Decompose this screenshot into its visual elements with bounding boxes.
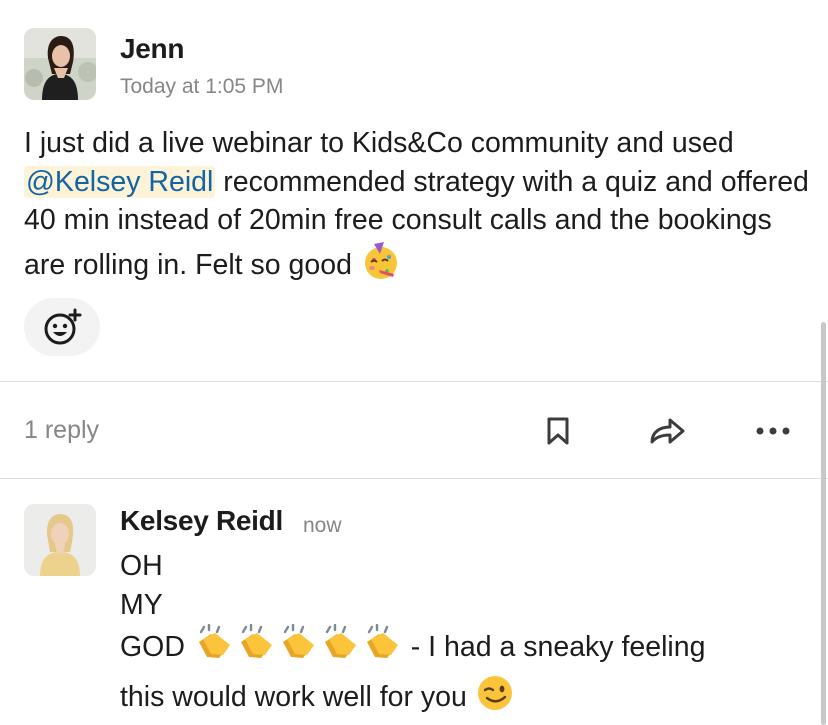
avatar-jenn[interactable] [24, 28, 96, 100]
reply-timestamp[interactable]: now [303, 514, 342, 538]
message-author[interactable]: Jenn [120, 33, 184, 65]
message-timestamp[interactable]: Today at 1:05 PM [120, 75, 283, 99]
more-icon[interactable] [752, 418, 794, 444]
clap-emoji [235, 623, 277, 673]
clap-emoji [319, 623, 361, 673]
reply-line-3-start: GOD [120, 630, 185, 663]
reply-line-2: MY [120, 588, 163, 621]
clap-emoji [193, 623, 235, 673]
message-text-part1: I just did a live webinar to Kids&Co com… [24, 127, 734, 159]
clap-emoji [277, 623, 319, 673]
reply-line-4-text: this would work well for you [120, 680, 467, 713]
reply-text: OH MY GOD - I had a sneaky feeling this … [120, 547, 810, 723]
wink-emoji [475, 673, 515, 724]
avatar-kelsey[interactable] [24, 504, 96, 576]
reply-author[interactable]: Kelsey Reidl [120, 505, 283, 537]
partying-face-emoji [360, 240, 402, 293]
reply-line-3: GOD - I had a sneaky feeling [120, 623, 810, 673]
reply-line-1: OH [120, 550, 163, 582]
scrollbar[interactable] [821, 322, 826, 725]
user-mention[interactable]: @Kelsey Reidl [24, 165, 216, 198]
add-reaction-button[interactable] [24, 298, 100, 356]
divider-top [0, 381, 828, 382]
message-text: I just did a live webinar to Kids&Co com… [24, 124, 814, 292]
bookmark-icon[interactable] [540, 412, 576, 450]
divider-bottom [0, 478, 828, 479]
add-emoji-icon [44, 308, 82, 345]
reply-count-link[interactable]: 1 reply [24, 416, 99, 445]
share-icon[interactable] [645, 412, 689, 450]
clap-emoji [361, 623, 403, 673]
reply-line-4: this would work well for you [120, 673, 810, 724]
reply-line-3-end: - I had a sneaky feeling [402, 630, 706, 663]
